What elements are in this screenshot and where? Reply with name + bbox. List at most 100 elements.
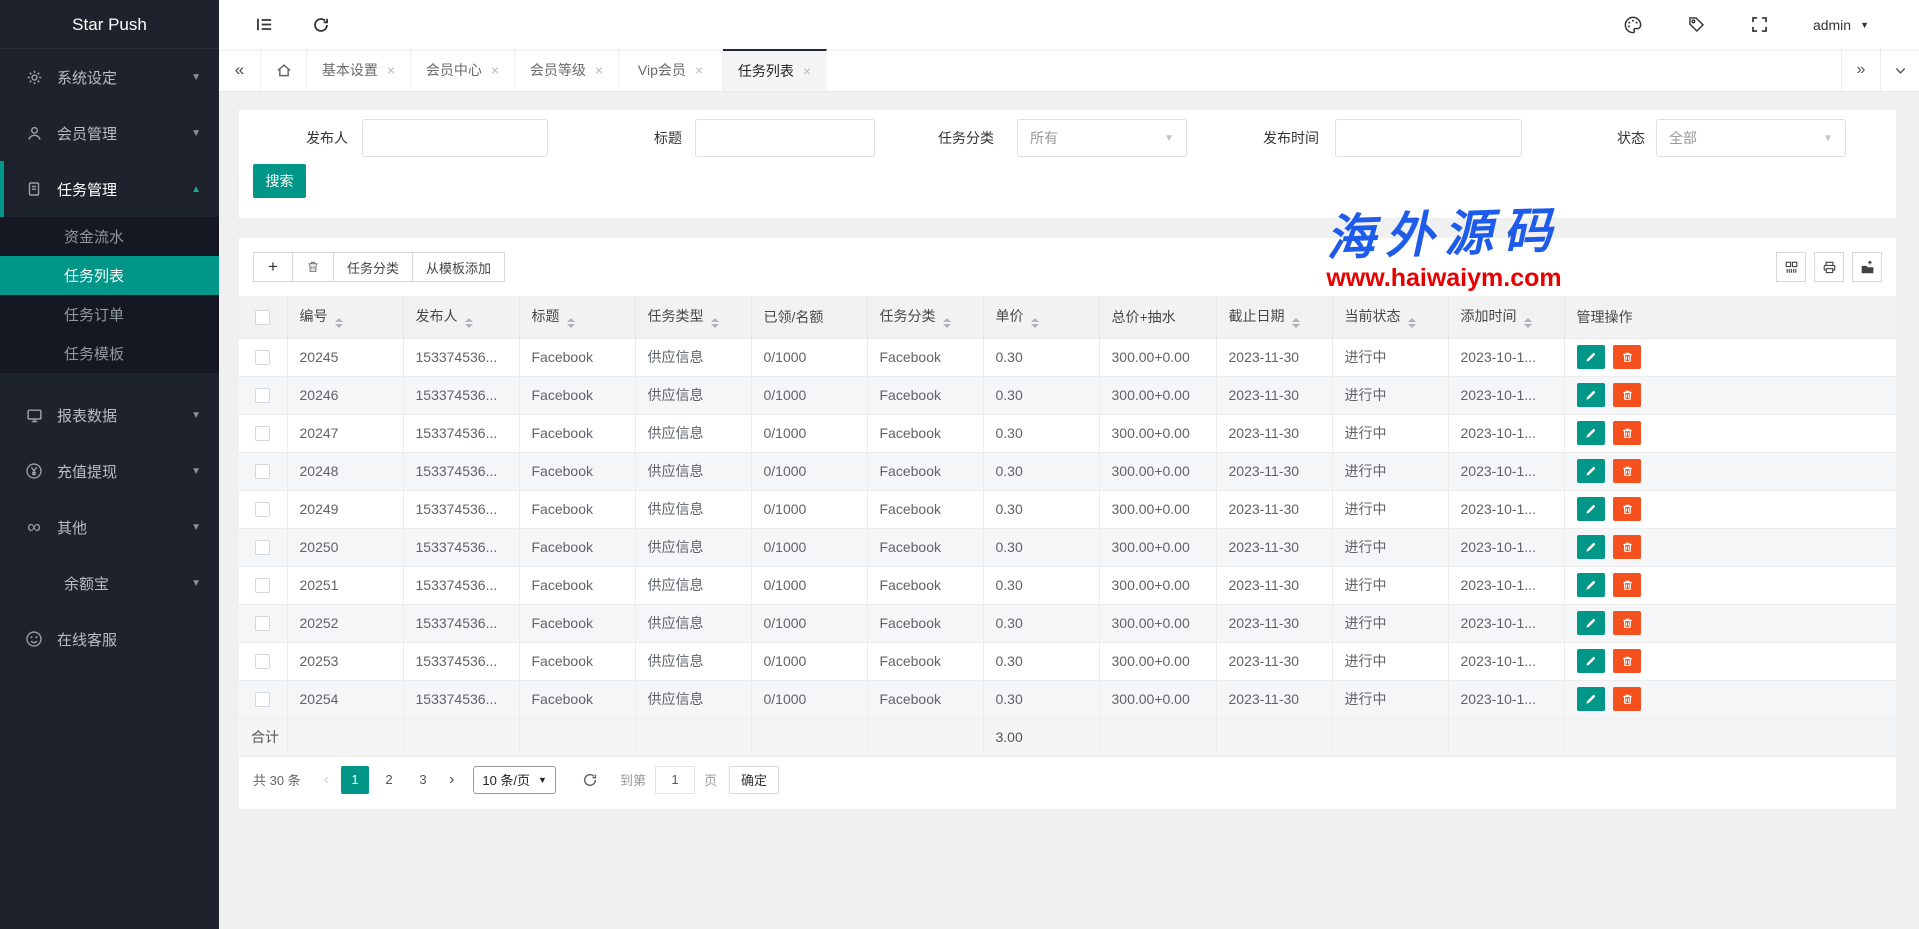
sidebar-item-member-management[interactable]: 会员管理 ▼ [0, 105, 219, 161]
edit-button[interactable] [1577, 611, 1605, 635]
sort-icon[interactable] [567, 318, 575, 328]
column-header-deadline[interactable]: 截止日期 [1216, 296, 1332, 338]
row-checkbox[interactable] [255, 654, 270, 669]
edit-button[interactable] [1577, 345, 1605, 369]
sidebar-item-yuebao[interactable]: 余额宝 ▼ [0, 555, 219, 611]
column-header-id[interactable]: 编号 [287, 296, 403, 338]
sort-icon[interactable] [943, 318, 951, 328]
sidebar-item-report-data[interactable]: 报表数据 ▼ [0, 387, 219, 443]
row-checkbox[interactable] [255, 464, 270, 479]
row-checkbox[interactable] [255, 540, 270, 555]
next-page-icon[interactable]: › [449, 771, 454, 789]
delete-button[interactable] [1613, 611, 1641, 635]
column-header-added-time[interactable]: 添加时间 [1448, 296, 1564, 338]
tab-member-level[interactable]: 会员等级 × [515, 49, 619, 91]
sort-icon[interactable] [1031, 318, 1039, 328]
close-icon[interactable]: × [695, 62, 703, 78]
delete-selected-button[interactable] [292, 252, 334, 282]
tab-member-center[interactable]: 会员中心 × [411, 49, 515, 91]
row-checkbox[interactable] [255, 578, 270, 593]
sort-icon[interactable] [1408, 318, 1416, 328]
sidebar-item-fund-flow[interactable]: 资金流水 [0, 217, 219, 256]
publisher-input[interactable] [362, 119, 548, 157]
edit-button[interactable] [1577, 421, 1605, 445]
delete-button[interactable] [1613, 649, 1641, 673]
sort-icon[interactable] [1292, 318, 1300, 328]
edit-button[interactable] [1577, 383, 1605, 407]
sidebar-item-system-settings[interactable]: 系统设定 ▼ [0, 49, 219, 105]
prev-page-icon[interactable]: ‹ [324, 771, 329, 789]
edit-button[interactable] [1577, 459, 1605, 483]
delete-button[interactable] [1613, 535, 1641, 559]
sidebar-item-task-list[interactable]: 任务列表 [0, 256, 219, 295]
sidebar-item-task-orders[interactable]: 任务订单 [0, 295, 219, 334]
export-icon[interactable] [1852, 252, 1882, 282]
search-button[interactable]: 搜索 [253, 164, 306, 198]
sidebar-item-other[interactable]: ∞ 其他 ▼ [0, 499, 219, 555]
status-select[interactable]: 全部 ▼ [1656, 119, 1846, 157]
user-menu[interactable]: admin ▼ [1813, 17, 1869, 33]
row-checkbox[interactable] [255, 692, 270, 707]
columns-filter-icon[interactable] [1776, 252, 1806, 282]
edit-button[interactable] [1577, 497, 1605, 521]
row-checkbox[interactable] [255, 388, 270, 403]
add-from-template-button[interactable]: 从模板添加 [412, 252, 505, 282]
sort-icon[interactable] [711, 318, 719, 328]
sort-icon[interactable] [1524, 318, 1532, 328]
tabs-menu-icon[interactable] [1880, 49, 1919, 91]
tabs-scroll-right-icon[interactable]: » [1841, 49, 1880, 91]
confirm-page-button[interactable]: 确定 [729, 766, 779, 794]
row-checkbox[interactable] [255, 616, 270, 631]
sort-icon[interactable] [335, 318, 343, 328]
sort-icon[interactable] [465, 318, 473, 328]
task-category-button[interactable]: 任务分类 [333, 252, 413, 282]
column-header-category[interactable]: 任务分类 [867, 296, 983, 338]
tabs-scroll-left-icon[interactable]: « [219, 49, 261, 91]
delete-button[interactable] [1613, 421, 1641, 445]
print-icon[interactable] [1814, 252, 1844, 282]
column-header-price[interactable]: 单价 [983, 296, 1099, 338]
delete-button[interactable] [1613, 573, 1641, 597]
tag-icon[interactable] [1687, 15, 1706, 34]
edit-button[interactable] [1577, 573, 1605, 597]
title-input[interactable] [695, 119, 875, 157]
refresh-icon[interactable] [312, 16, 330, 34]
page-button-3[interactable]: 3 [409, 766, 437, 794]
delete-button[interactable] [1613, 459, 1641, 483]
edit-button[interactable] [1577, 535, 1605, 559]
close-icon[interactable]: × [803, 63, 811, 79]
category-select[interactable]: 所有 ▼ [1017, 119, 1187, 157]
sidebar-item-recharge-withdraw[interactable]: 充值提现 ▼ [0, 443, 219, 499]
delete-button[interactable] [1613, 345, 1641, 369]
delete-button[interactable] [1613, 497, 1641, 521]
page-button-1[interactable]: 1 [341, 766, 369, 794]
edit-button[interactable] [1577, 687, 1605, 711]
close-icon[interactable]: × [491, 62, 499, 78]
column-header-status[interactable]: 当前状态 [1332, 296, 1448, 338]
delete-button[interactable] [1613, 687, 1641, 711]
theme-palette-icon[interactable] [1623, 15, 1643, 35]
sidebar-item-task-templates[interactable]: 任务模板 [0, 334, 219, 373]
pagination-refresh-icon[interactable] [582, 772, 598, 788]
fullscreen-icon[interactable] [1750, 15, 1769, 34]
page-size-select[interactable]: 10 条/页 ▼ [473, 766, 556, 794]
publish-time-input[interactable] [1335, 119, 1522, 157]
tab-vip-member[interactable]: Vip会员 × [619, 49, 723, 91]
row-checkbox[interactable] [255, 426, 270, 441]
close-icon[interactable]: × [595, 62, 603, 78]
sidebar-item-online-service[interactable]: 在线客服 [0, 611, 219, 667]
row-checkbox[interactable] [255, 350, 270, 365]
edit-button[interactable] [1577, 649, 1605, 673]
select-all-checkbox[interactable] [255, 310, 270, 325]
tab-basic-settings[interactable]: 基本设置 × [307, 49, 411, 91]
tab-task-list[interactable]: 任务列表 × [723, 49, 827, 91]
goto-page-input[interactable] [655, 766, 695, 794]
sidebar-toggle-icon[interactable] [255, 15, 274, 34]
column-header-task-type[interactable]: 任务类型 [635, 296, 751, 338]
close-icon[interactable]: × [387, 62, 395, 78]
page-button-2[interactable]: 2 [375, 766, 403, 794]
add-task-button[interactable]: + [253, 252, 293, 282]
home-tab[interactable] [261, 49, 307, 91]
column-header-title[interactable]: 标题 [519, 296, 635, 338]
row-checkbox[interactable] [255, 502, 270, 517]
